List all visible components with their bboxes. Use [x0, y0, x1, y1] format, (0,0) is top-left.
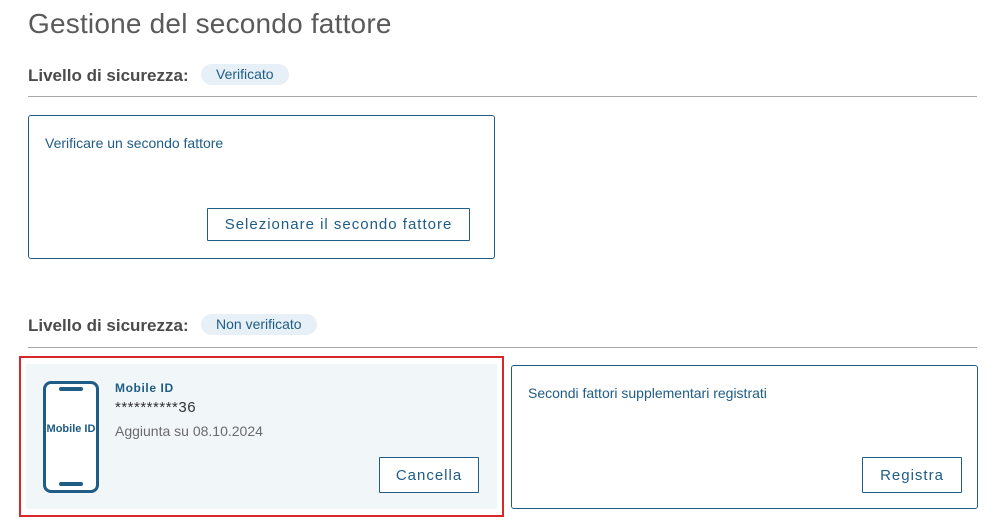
security-level-label: Livello di sicurezza:: [28, 316, 189, 335]
device-added-date: Aggiunta su 08.10.2024: [115, 423, 263, 439]
cancel-button[interactable]: Cancella: [379, 457, 479, 493]
select-second-factor-button[interactable]: Selezionare il secondo fattore: [207, 208, 470, 241]
device-masked-number: **********36: [115, 399, 197, 416]
register-button[interactable]: Registra: [862, 457, 962, 493]
verify-card-title: Verificare un secondo fattore: [45, 135, 224, 151]
phone-speaker: [59, 387, 83, 391]
phone-icon-label: Mobile ID: [46, 423, 96, 435]
phone-home-bar: [59, 482, 83, 486]
device-name: Mobile ID: [115, 381, 174, 395]
mobile-phone-icon: Mobile ID: [43, 381, 99, 493]
extra-factors-card: Secondi fattori supplementari registrati…: [511, 365, 978, 509]
security-level-label: Livello di sicurezza:: [28, 66, 189, 85]
status-badge-unverified: Non verificato: [201, 314, 317, 335]
section-header-unverified: Livello di sicurezza: Non verificato: [28, 314, 977, 348]
extra-factors-title: Secondi fattori supplementari registrati: [528, 385, 767, 401]
page-title: Gestione del secondo fattore: [28, 8, 392, 39]
status-badge-verified: Verificato: [201, 64, 289, 85]
verify-second-factor-card: Verificare un secondo fattore Selezionar…: [28, 115, 495, 259]
mobile-id-device-card: Mobile ID Mobile ID **********36 Aggiunt…: [26, 364, 497, 509]
section-header-verified: Livello di sicurezza: Verificato: [28, 64, 977, 97]
